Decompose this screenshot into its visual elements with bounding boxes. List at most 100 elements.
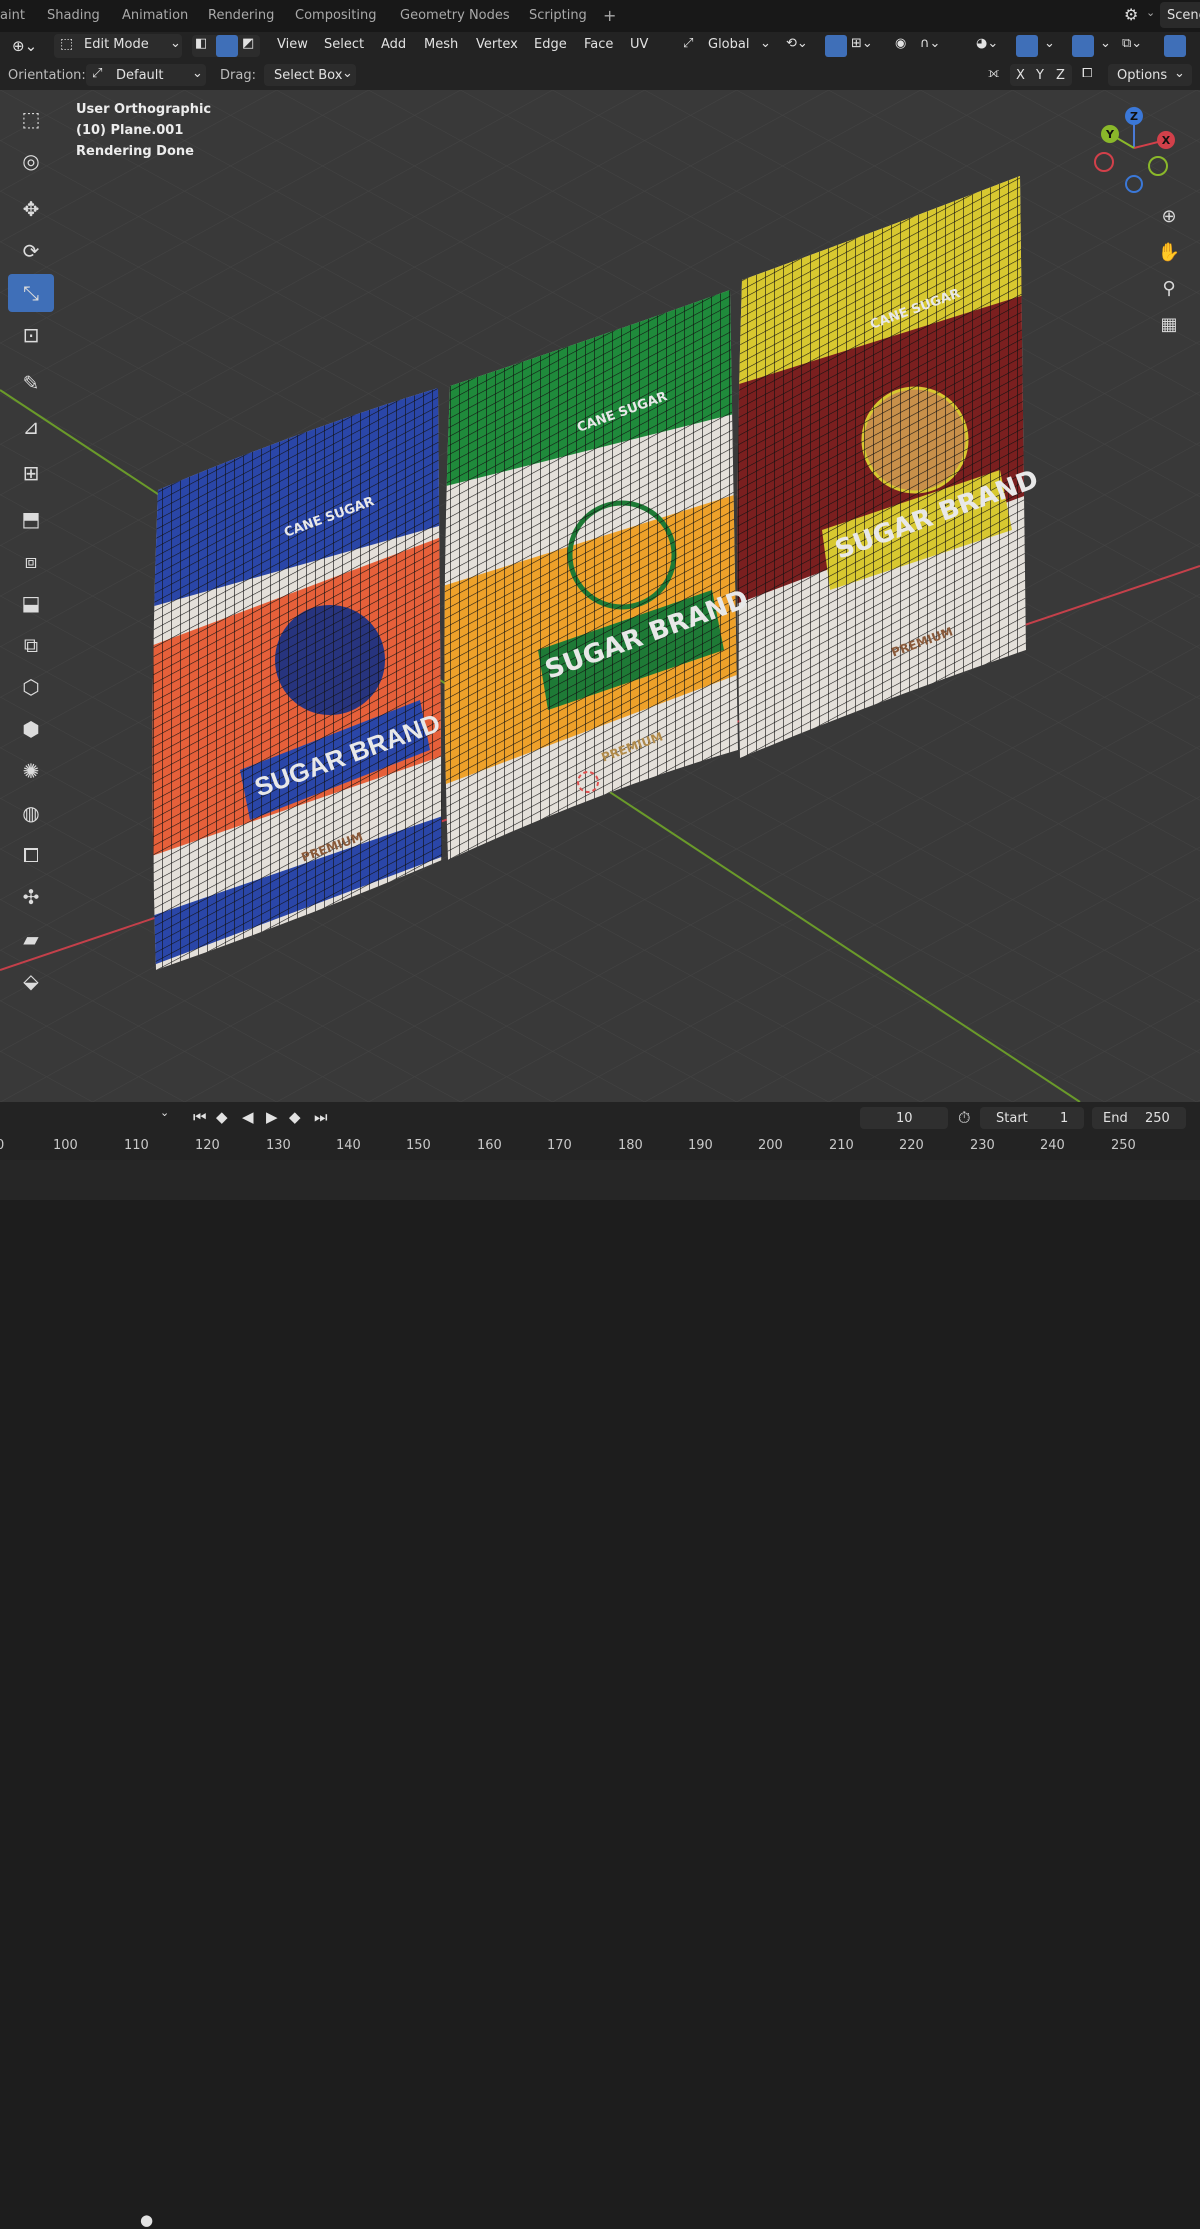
snap-icon[interactable]	[825, 35, 847, 57]
move-icon[interactable]: ✥	[8, 190, 54, 228]
orientation-label: Orientation:	[8, 68, 86, 83]
mirror-z-toggle[interactable]: Z	[1056, 68, 1065, 83]
select-box-icon[interactable]: ⬚	[8, 100, 54, 138]
scale-icon[interactable]: ⤡	[8, 274, 54, 312]
shrink-fatten-icon[interactable]: ✣	[8, 878, 54, 916]
shear-icon[interactable]: ▰	[8, 920, 54, 958]
loop-cut-icon[interactable]: ⧉	[8, 626, 54, 664]
add-workspace-button[interactable]: +	[603, 6, 616, 25]
view-name: User Orthographic	[76, 102, 212, 117]
menu-select[interactable]: Select	[324, 37, 364, 52]
menu-uv[interactable]: UV	[630, 37, 648, 52]
mirror-x-toggle[interactable]: X	[1016, 68, 1025, 83]
camera-icon[interactable]: ⚲	[1156, 276, 1182, 302]
gizmo-z-label: Z	[1130, 110, 1138, 123]
spin-icon[interactable]: ✺	[8, 752, 54, 790]
inset-icon[interactable]: ⧈	[8, 542, 54, 580]
options-dropdown[interactable]: Options	[1117, 68, 1167, 83]
tab-geometry-nodes[interactable]: Geometry Nodes	[400, 8, 510, 23]
render-status: Rendering Done	[76, 144, 194, 159]
editor-type-icon[interactable]: ⊕⌄	[12, 37, 37, 55]
gizmo-x-label: X	[1162, 134, 1171, 147]
face-select-icon[interactable]: ◩	[242, 36, 254, 51]
chevron-down-icon: ⌄	[1146, 6, 1156, 19]
timeline-scrub-area[interactable]	[0, 1160, 1200, 1200]
menu-mesh[interactable]: Mesh	[424, 37, 458, 52]
snap-target-icon[interactable]: ⊞⌄	[851, 36, 873, 51]
drag-dropdown[interactable]: Select Box	[274, 68, 342, 83]
tab-shading[interactable]: Shading	[47, 8, 100, 23]
jump-start-icon[interactable]: ⏮	[193, 1108, 207, 1126]
play-reverse-icon[interactable]: ◀	[242, 1108, 254, 1126]
auto-merge-icon[interactable]: ⧠	[1082, 66, 1092, 81]
start-frame-field[interactable]: 1	[1060, 1111, 1068, 1126]
menu-view[interactable]: View	[277, 37, 308, 52]
record-icon[interactable]: ●	[140, 2211, 153, 2229]
timeline-tick: 180	[618, 1138, 643, 1153]
end-frame-field[interactable]: 250	[1145, 1111, 1170, 1126]
falloff-icon[interactable]: ∩⌄	[920, 36, 940, 51]
menu-add[interactable]: Add	[381, 37, 406, 52]
shading-mode-icon[interactable]	[1164, 35, 1186, 57]
next-keyframe-icon[interactable]: ◆	[289, 1108, 301, 1126]
mirror-icon[interactable]: ⟗	[988, 66, 999, 81]
menu-face[interactable]: Face	[584, 37, 613, 52]
vertex-select-icon[interactable]: ◧	[195, 36, 207, 51]
viewport-header: ⊕⌄ ⬚ Edit Mode ⌄ ◧ ◩ View Select Add Mes…	[0, 32, 1200, 60]
scene-selector[interactable]: Scene	[1167, 8, 1200, 23]
edit-mode-icon: ⬚	[60, 36, 74, 52]
smooth-icon[interactable]: ◍	[8, 794, 54, 832]
tab-scripting[interactable]: Scripting	[529, 8, 587, 23]
3d-viewport[interactable]: SUGAR BRAND CANE SUGAR PREMIUM SUGAR BRA…	[0, 90, 1200, 1102]
chevron-down-icon: ⌄	[170, 36, 181, 51]
viewport-scene	[0, 90, 1200, 1102]
proportional-edit-icon[interactable]: ◉	[895, 36, 906, 51]
tool-settings-bar: Orientation: ⤢ Default ⌄ Drag: Select Bo…	[0, 60, 1200, 90]
chevron-down-icon: ⌄	[1174, 66, 1185, 81]
play-icon[interactable]: ▶	[266, 1108, 278, 1126]
pivot-icon[interactable]: ⟲⌄	[786, 36, 808, 51]
menu-edge[interactable]: Edge	[534, 37, 567, 52]
mirror-y-toggle[interactable]: Y	[1036, 68, 1044, 83]
annotate-icon[interactable]: ✎	[8, 364, 54, 402]
poly-build-icon[interactable]: ⬢	[8, 710, 54, 748]
current-frame-field[interactable]: 10	[896, 1111, 913, 1126]
extrude-icon[interactable]: ⬒	[8, 500, 54, 538]
mode-selector[interactable]: Edit Mode	[84, 37, 149, 52]
edge-select-icon[interactable]	[216, 35, 238, 57]
visibility-icon[interactable]: ◕⌄	[976, 36, 998, 51]
knife-icon[interactable]: ⬡	[8, 668, 54, 706]
jump-end-icon[interactable]: ⏭	[314, 1108, 328, 1126]
timeline-tick: 120	[195, 1138, 220, 1153]
xray-icon[interactable]: ⧉⌄	[1122, 36, 1142, 51]
orientation-icon: ⤢	[92, 66, 103, 81]
cursor-icon[interactable]: ◎	[8, 142, 54, 180]
stopwatch-icon[interactable]: ⏱	[958, 1108, 970, 1128]
grid-view-icon[interactable]: ▦	[1156, 312, 1182, 338]
pan-hand-icon[interactable]: ✋	[1156, 240, 1182, 266]
tab-rendering[interactable]: Rendering	[208, 8, 274, 23]
rip-region-icon[interactable]: ⬙	[8, 962, 54, 1000]
tab-paint[interactable]: aint	[0, 8, 25, 23]
scene-icon[interactable]: ⚙	[1124, 5, 1138, 24]
tab-compositing[interactable]: Compositing	[295, 8, 377, 23]
add-cube-icon[interactable]: ⊞	[8, 454, 54, 492]
bevel-icon[interactable]: ⬓	[8, 584, 54, 622]
prev-keyframe-icon[interactable]: ◆	[216, 1108, 228, 1126]
timeline-tick: 240	[1040, 1138, 1065, 1153]
overlay-options-icon[interactable]: ⌄	[1100, 36, 1111, 51]
overlay-toggle-icon[interactable]	[1072, 35, 1094, 57]
drag-label: Drag:	[220, 68, 256, 83]
edge-slide-icon[interactable]: ⧠	[8, 836, 54, 874]
zoom-icon[interactable]: ⊕	[1156, 204, 1182, 230]
timeline-tick: 230	[970, 1138, 995, 1153]
rotate-icon[interactable]: ⟳	[8, 232, 54, 270]
measure-icon[interactable]: ⊿	[8, 408, 54, 446]
transform-icon[interactable]: ⊡	[8, 316, 54, 354]
tab-animation[interactable]: Animation	[122, 8, 188, 23]
gizmo-toggle-icon[interactable]	[1016, 35, 1038, 57]
orientation-dropdown[interactable]: Default	[116, 68, 164, 83]
navigation-gizmo[interactable]: Z X Y	[1090, 104, 1180, 194]
menu-vertex[interactable]: Vertex	[476, 37, 518, 52]
transform-orientation-selector[interactable]: Global	[708, 37, 749, 52]
